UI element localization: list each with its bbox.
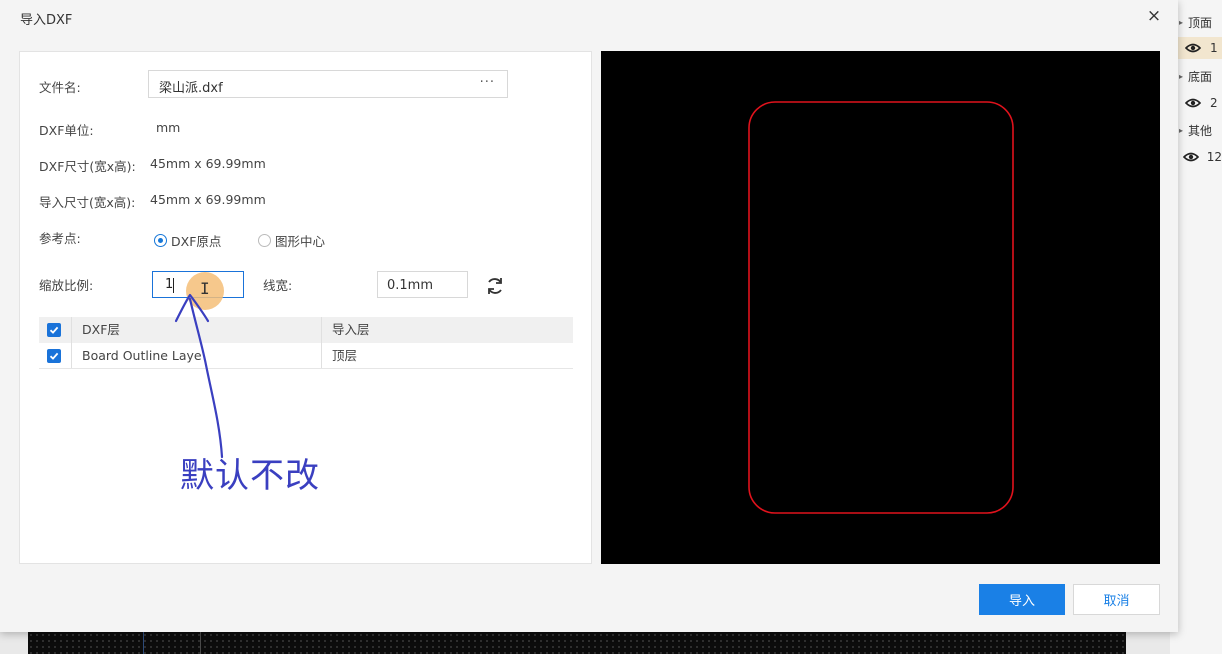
filename-value: 梁山派.dxf	[159, 81, 223, 96]
import-button[interactable]: 导入	[979, 584, 1065, 615]
column-header-dxf-layer: DXF层	[82, 322, 120, 337]
radio-dxf-origin[interactable]: DXF原点	[154, 231, 221, 250]
radio-label: 图形中心	[275, 234, 326, 249]
canvas-guide-line	[143, 632, 144, 654]
layer-group-label: 顶面	[1188, 15, 1213, 30]
unit-value: mm	[156, 120, 181, 135]
annotation-arrow	[174, 293, 224, 459]
layer-item-label: 1	[1210, 41, 1218, 55]
select-all-checkbox[interactable]	[47, 323, 61, 337]
pcb-canvas-background	[28, 632, 1126, 654]
import-size-label: 导入尺寸(宽x高):	[39, 195, 136, 210]
unit-label: DXF单位:	[39, 123, 94, 138]
refresh-icon[interactable]	[484, 275, 506, 297]
canvas-guide-line	[200, 632, 201, 654]
layer-group-label: 其他	[1188, 123, 1213, 138]
layer-item-label: 12	[1206, 150, 1222, 164]
radio-circle	[258, 234, 271, 247]
radio-label: DXF原点	[171, 234, 222, 249]
line-width-value: 0.1mm	[387, 278, 434, 293]
import-layer-select[interactable]: 顶层	[332, 343, 357, 369]
column-divider	[321, 343, 322, 368]
line-width-input[interactable]: 0.1mm	[377, 271, 468, 298]
dxf-size-value: 45mm x 69.99mm	[150, 156, 266, 171]
scale-label: 缩放比例:	[39, 278, 94, 293]
column-divider	[71, 317, 72, 343]
filename-field[interactable]: 梁山派.dxf ···	[148, 70, 508, 98]
column-header-import-layer: 导入层	[332, 322, 370, 337]
dxf-preview-canvas	[601, 51, 1160, 564]
radio-circle-checked	[154, 234, 167, 247]
dialog-titlebar: 导入DXF ×	[0, 0, 1178, 34]
table-header: DXF层 导入层	[39, 317, 573, 343]
column-divider	[71, 343, 72, 368]
close-icon[interactable]: ×	[1144, 6, 1164, 26]
import-size-value: 45mm x 69.99mm	[150, 192, 266, 207]
ref-point-label: 参考点:	[39, 231, 81, 246]
import-dxf-dialog: 导入DXF × 文件名: 梁山派.dxf ··· DXF单位: mm DXF尺寸…	[0, 0, 1178, 632]
column-divider	[321, 317, 322, 343]
radio-shape-center[interactable]: 图形中心	[258, 231, 325, 250]
filename-label: 文件名:	[39, 80, 81, 95]
board-outline-preview	[748, 101, 1014, 514]
layer-item-label: 2	[1210, 96, 1218, 110]
table-row: Board Outline Layer 顶层	[39, 343, 573, 369]
row-checkbox[interactable]	[47, 349, 61, 363]
browse-button[interactable]: ···	[480, 75, 495, 90]
dialog-title: 导入DXF	[20, 13, 73, 28]
cancel-button[interactable]: 取消	[1073, 584, 1160, 615]
line-width-label: 线宽:	[263, 278, 293, 293]
dxf-size-label: DXF尺寸(宽x高):	[39, 159, 136, 174]
layer-group-label: 底面	[1188, 69, 1213, 84]
annotation-text: 默认不改	[180, 456, 320, 496]
